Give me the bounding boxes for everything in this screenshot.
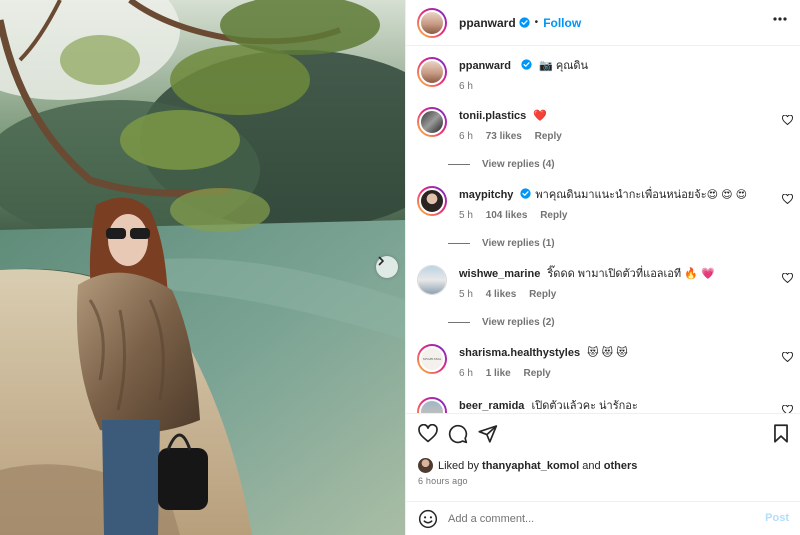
comment-text: เปิดตัวแล้วคะ น่ารักอะ bbox=[531, 400, 638, 412]
verified-badge-icon bbox=[520, 188, 532, 199]
comment-likes[interactable]: 73 likes bbox=[486, 131, 522, 142]
post-time-ago[interactable]: 6 hours ago bbox=[418, 476, 468, 486]
caption-avatar[interactable] bbox=[417, 57, 447, 87]
liked-by-others[interactable]: others bbox=[604, 460, 638, 472]
comment-input[interactable] bbox=[448, 513, 748, 525]
comment-row: wishwe_marine ริ๊ดดด พามาเปิดตัวที่แอลเอ… bbox=[417, 265, 797, 305]
verified-badge-icon bbox=[519, 17, 530, 28]
liked-by: Liked by thanyaphat_komol and others bbox=[418, 458, 637, 473]
heart-icon[interactable] bbox=[782, 405, 793, 413]
add-comment-bar: Post bbox=[406, 501, 800, 535]
emoji-icon[interactable] bbox=[418, 509, 438, 529]
liker-username[interactable]: thanyaphat_komol bbox=[482, 460, 579, 472]
comment-time: 6 h bbox=[459, 368, 473, 379]
share-icon[interactable] bbox=[478, 424, 498, 443]
comment-time: 6 h bbox=[459, 131, 473, 142]
comment-row: maypitchy พาคุณดินมาแนะนำกะเพื่อนหน่อยจ้… bbox=[417, 186, 797, 226]
comment-time: 5 h bbox=[459, 289, 473, 300]
liked-by-and: and bbox=[582, 459, 601, 472]
comment-text: ริ๊ดดด พามาเปิดตัวที่แอลเอที 🔥 💗 bbox=[547, 268, 715, 280]
reply-button[interactable]: Reply bbox=[524, 368, 551, 379]
post-media[interactable] bbox=[0, 0, 405, 535]
commenter-username[interactable]: sharisma.healthystyles bbox=[459, 347, 580, 359]
replies-line bbox=[448, 243, 470, 244]
comment-icon[interactable] bbox=[448, 424, 468, 444]
more-horizontal-icon[interactable] bbox=[773, 17, 787, 21]
comment-text: 😻 😻 😻 bbox=[587, 347, 628, 359]
liker-avatar[interactable] bbox=[418, 458, 433, 473]
post-header: ppanward • Follow bbox=[406, 0, 800, 46]
reply-button[interactable]: Reply bbox=[535, 131, 562, 142]
commenter-avatar[interactable] bbox=[417, 186, 447, 216]
separator-dot: • bbox=[534, 17, 539, 28]
comment-text: พาคุณดินมาแนะนำกะเพื่อนหน่อยจ้ะ😍 😍 😍 bbox=[535, 189, 748, 201]
comment-likes[interactable]: 104 likes bbox=[486, 210, 528, 221]
comment-text: ❤️ bbox=[533, 110, 548, 122]
post-side-panel: ppanward • Follow ppanward 📷 คุณดิน 6 h … bbox=[405, 0, 800, 535]
bookmark-icon[interactable] bbox=[773, 424, 789, 443]
commenter-avatar[interactable] bbox=[417, 107, 447, 137]
comment-row: beer_ramida เปิดตัวแล้วคะ น่ารักอะ bbox=[417, 397, 797, 413]
brand-logo: SHARISMA bbox=[422, 357, 442, 361]
commenter-username[interactable]: wishwe_marine bbox=[459, 268, 540, 280]
commenter-avatar[interactable]: SHARISMA bbox=[417, 344, 447, 374]
caption-text: คุณดิน bbox=[555, 60, 589, 72]
post-photo bbox=[0, 0, 405, 535]
view-replies-button[interactable]: View replies (4) bbox=[448, 159, 555, 170]
caption-time: 6 h bbox=[459, 81, 473, 92]
replies-line bbox=[448, 322, 470, 323]
follow-button[interactable]: Follow bbox=[543, 16, 581, 30]
carousel-next-button[interactable] bbox=[376, 256, 398, 278]
view-replies-label: View replies (1) bbox=[482, 238, 555, 249]
commenter-username[interactable]: maypitchy bbox=[459, 189, 513, 201]
heart-icon[interactable] bbox=[782, 352, 793, 362]
post-dialog: ppanward • Follow ppanward 📷 คุณดิน 6 h … bbox=[0, 0, 800, 535]
heart-icon[interactable] bbox=[782, 115, 793, 125]
commenter-avatar[interactable] bbox=[417, 397, 447, 413]
view-replies-button[interactable]: View replies (1) bbox=[448, 238, 555, 249]
post-actions: Liked by thanyaphat_komol and others 6 h… bbox=[406, 413, 800, 535]
heart-icon[interactable] bbox=[418, 424, 438, 443]
comment-row: tonii.plastics ❤️ 6 h 73 likes Reply bbox=[417, 107, 797, 147]
caption-username[interactable]: ppanward bbox=[459, 60, 511, 72]
replies-line bbox=[448, 164, 470, 165]
view-replies-label: View replies (2) bbox=[482, 317, 555, 328]
verified-badge-icon bbox=[521, 59, 532, 70]
caption-row: ppanward 📷 คุณดิน 6 h bbox=[417, 57, 797, 97]
comment-row: SHARISMA sharisma.healthystyles 😻 😻 😻 6 … bbox=[417, 344, 797, 384]
reply-button[interactable]: Reply bbox=[529, 289, 556, 300]
chevron-right-icon bbox=[378, 256, 384, 266]
camera-icon: 📷 bbox=[539, 60, 553, 72]
comment-likes[interactable]: 1 like bbox=[486, 368, 511, 379]
comment-time: 5 h bbox=[459, 210, 473, 221]
view-replies-button[interactable]: View replies (2) bbox=[448, 317, 555, 328]
heart-icon[interactable] bbox=[782, 273, 793, 283]
commenter-avatar[interactable] bbox=[417, 265, 447, 295]
commenter-username[interactable]: tonii.plastics bbox=[459, 110, 526, 122]
comments-list[interactable]: ppanward 📷 คุณดิน 6 h tonii.plastics ❤️ … bbox=[406, 47, 800, 413]
author-avatar[interactable] bbox=[417, 7, 447, 38]
author-username[interactable]: ppanward bbox=[459, 16, 516, 30]
view-replies-label: View replies (4) bbox=[482, 159, 555, 170]
commenter-username[interactable]: beer_ramida bbox=[459, 400, 524, 412]
heart-icon[interactable] bbox=[782, 194, 793, 204]
liked-by-prefix: Liked by bbox=[438, 459, 479, 472]
post-comment-button[interactable]: Post bbox=[765, 512, 789, 524]
comment-likes[interactable]: 4 likes bbox=[486, 289, 517, 300]
reply-button[interactable]: Reply bbox=[540, 210, 567, 221]
